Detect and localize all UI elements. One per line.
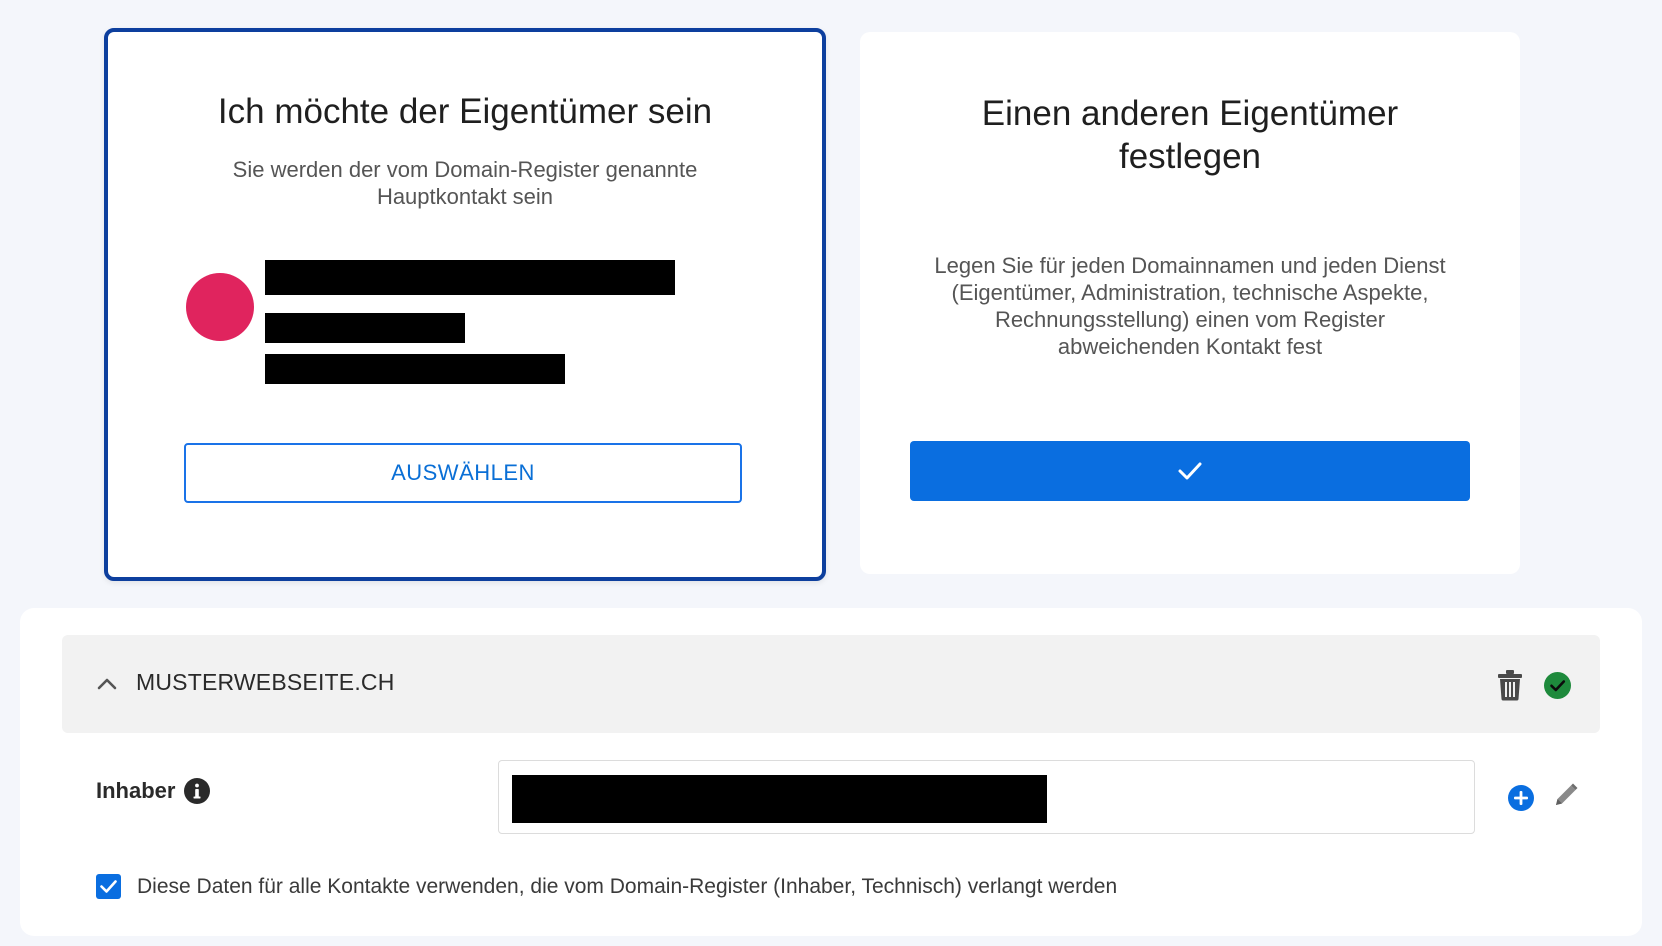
owner-other-title-line: Einen anderen Eigentümer [981,94,1399,133]
domain-name: MUSTERWEBSEITE.CH [136,669,395,695]
confirm-other-owner-button[interactable] [910,441,1470,501]
avatar [186,273,254,341]
chevron-up-icon[interactable] [94,671,120,697]
owner-other-card[interactable]: Einen anderen Eigentümer festlegen Legen… [860,32,1520,574]
owner-field-label-text: Inhaber [96,778,176,803]
owner-other-description: Legen Sie für jeden Domainnamen und jede… [860,252,1520,360]
checkmark-icon [1178,462,1202,480]
redacted-contact-line [265,313,465,343]
owner-self-title: Ich möchte der Eigentümer sein [217,92,713,131]
owner-other-description-line: abweichenden Kontakt fest [1057,334,1323,359]
owner-field-label: Inhaber [96,778,211,804]
redacted-owner-value [512,775,1047,823]
select-button[interactable]: AUSWÄHLEN [184,443,742,503]
owner-field[interactable] [498,760,1475,834]
owner-other-description-line: Legen Sie für jeden Domainnamen und jede… [934,253,1446,278]
owner-self-subtitle-line: Hauptkontakt sein [376,184,554,209]
plus-circle-icon[interactable] [1507,784,1535,812]
info-icon[interactable] [184,778,211,804]
check-circle-icon [1544,672,1571,699]
use-for-all-label[interactable]: Diese Daten für alle Kontakte verwenden,… [137,874,1117,900]
redacted-contact-name [265,260,675,295]
owner-self-card[interactable]: Ich möchte der Eigentümer sein Sie werde… [104,28,826,581]
owner-other-description-line: (Eigentümer, Administration, technische … [951,280,1429,305]
pencil-icon[interactable] [1550,781,1580,811]
trash-icon[interactable] [1496,669,1524,701]
owner-other-title-line: festlegen [1118,137,1262,176]
domain-contact-panel: MUSTERWEBSEITE.CH Inhaber Diese Daten fü… [20,608,1642,936]
use-for-all-checkbox[interactable] [96,874,121,899]
owner-other-description-line: Rechnungsstellung) einen vom Register [994,307,1386,332]
checkbox-check-icon [100,880,117,893]
owner-self-subtitle: Sie werden der vom Domain-Register genan… [108,156,822,210]
domain-header[interactable]: MUSTERWEBSEITE.CH [62,635,1600,733]
owner-other-title: Einen anderen Eigentümer festlegen [860,92,1520,178]
owner-self-subtitle-line: Sie werden der vom Domain-Register genan… [232,157,698,182]
redacted-contact-line [265,354,565,384]
